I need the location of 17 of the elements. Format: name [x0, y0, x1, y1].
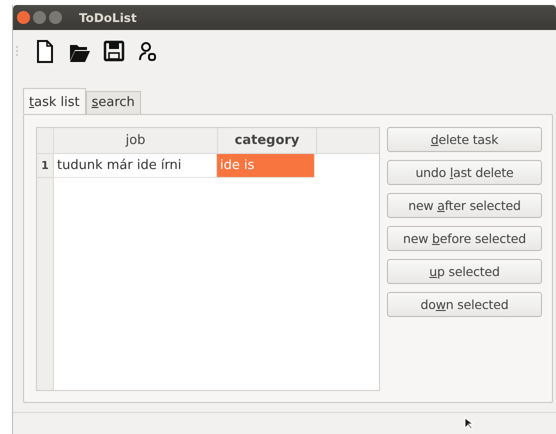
action-button[interactable]: new after selected [387, 193, 542, 218]
action-button[interactable]: new before selected [387, 226, 542, 251]
close-button[interactable] [17, 11, 30, 24]
tab[interactable]: task list [23, 88, 86, 114]
action-button[interactable]: delete task [387, 127, 542, 152]
minimize-button[interactable] [33, 11, 46, 24]
toolbar-grip[interactable] [16, 46, 21, 56]
mouse-pointer-icon [464, 417, 473, 429]
row-header[interactable]: 1 [37, 154, 54, 178]
maximize-button[interactable] [49, 11, 62, 24]
action-button[interactable]: up selected [387, 259, 542, 284]
window-title: ToDoList [79, 10, 137, 24]
action-button[interactable]: undo last delete [387, 160, 542, 185]
save-icon[interactable] [102, 39, 126, 63]
action-button[interactable]: down selected [387, 292, 542, 317]
tab[interactable]: search [86, 91, 141, 114]
column-header[interactable]: job [54, 128, 218, 154]
